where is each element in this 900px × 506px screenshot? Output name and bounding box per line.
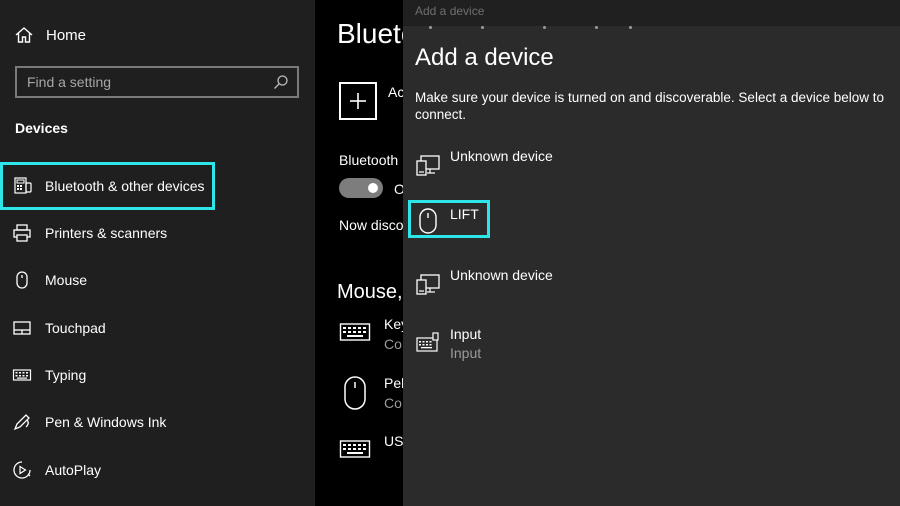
device-list-item-lift[interactable]: LIFT (408, 200, 490, 238)
plus-icon (350, 93, 366, 109)
sidebar-item-printers[interactable]: Printers & scanners (0, 211, 315, 255)
sidebar-item-label: Printers & scanners (45, 225, 168, 241)
mouse-icon (12, 270, 32, 290)
pen-icon (12, 412, 32, 432)
keyboard-icon (339, 433, 371, 470)
sidebar-item-label: Mouse (45, 272, 88, 288)
device-name: Input (450, 326, 482, 342)
sidebar-item-label: AutoPlay (45, 462, 102, 478)
dialog-titlebar[interactable]: Add a device (403, 0, 900, 26)
dialog-heading: Add a device (415, 44, 554, 71)
add-device-button[interactable] (339, 82, 377, 120)
sidebar-item-pen[interactable]: Pen & Windows Ink (0, 400, 315, 444)
section-title: Devices (15, 120, 68, 136)
printer-icon (12, 223, 32, 243)
nav-home-label: Home (46, 27, 87, 44)
device-status: Co (384, 336, 402, 352)
device-category: Input (450, 345, 482, 361)
progress-dot (429, 26, 432, 29)
add-device-dialog: Add a device Add a device Make sure your… (403, 0, 900, 506)
device-name: Unknown device (450, 148, 553, 164)
discoverable-text: Now disco (339, 217, 404, 233)
sidebar-item-label: Pen & Windows Ink (45, 414, 167, 430)
dialog-titlebar-text: Add a device (415, 4, 485, 18)
add-device-label: Ac (388, 84, 405, 100)
progress-dot (595, 26, 598, 29)
bluetooth-toggle[interactable] (339, 178, 383, 198)
sidebar-item-autoplay[interactable]: AutoPlay (0, 448, 315, 492)
mouse-icon (339, 375, 371, 416)
sidebar-item-touchpad[interactable]: Touchpad (0, 306, 315, 350)
bluetooth-devices-icon (13, 176, 33, 196)
device-status: Co (384, 395, 402, 411)
display-device-icon (415, 271, 441, 302)
progress-dot (629, 26, 632, 29)
keyboard-icon (415, 330, 441, 361)
search-input[interactable]: Find a setting (15, 66, 299, 98)
bluetooth-label: Bluetooth (339, 152, 399, 168)
sidebar-item-bluetooth[interactable]: Bluetooth & other devices (0, 162, 215, 210)
section-heading-mouse: Mouse, (337, 281, 403, 303)
device-name: LIFT (450, 206, 479, 222)
toggle-knob (368, 183, 378, 193)
home-icon (14, 25, 34, 45)
search-icon[interactable] (273, 74, 289, 90)
nav-home[interactable]: Home (0, 15, 315, 55)
dialog-instructions: Make sure your device is turned on and d… (415, 90, 885, 122)
sidebar-item-label: Bluetooth & other devices (45, 178, 205, 194)
keyboard-icon (12, 365, 32, 385)
search-placeholder: Find a setting (27, 74, 112, 90)
progress-dot (543, 26, 546, 29)
sidebar-item-label: Typing (45, 367, 87, 383)
autoplay-icon (12, 460, 32, 480)
settings-sidebar: Home Find a setting Devices Bluetooth & … (0, 0, 315, 506)
sidebar-item-typing[interactable]: Typing (0, 353, 315, 397)
progress-dots (429, 26, 639, 30)
touchpad-icon (12, 318, 32, 338)
sidebar-item-mouse[interactable]: Mouse (0, 258, 315, 302)
device-list-item[interactable]: Unknown device (409, 263, 709, 311)
display-device-icon (415, 152, 441, 183)
keyboard-icon (339, 316, 371, 353)
mouse-icon (417, 207, 439, 240)
device-list-item[interactable]: Unknown device (409, 144, 709, 192)
device-name: Unknown device (450, 267, 553, 283)
sidebar-item-label: Touchpad (45, 320, 106, 336)
progress-dot (481, 26, 484, 29)
device-list-item[interactable]: Input Input (409, 322, 709, 370)
